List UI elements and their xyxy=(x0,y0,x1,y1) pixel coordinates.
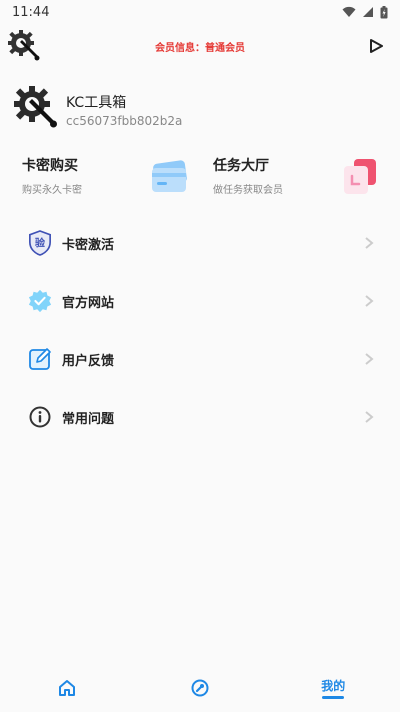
menu-label: 卡密激活 xyxy=(62,237,115,253)
play-icon[interactable] xyxy=(368,38,384,54)
bottom-nav: 我的 xyxy=(0,664,400,712)
signal-icon xyxy=(363,7,373,17)
nav-tools[interactable] xyxy=(160,668,240,708)
svg-text:验: 验 xyxy=(35,237,46,250)
status-time: 11:44 xyxy=(12,4,50,20)
menu-item-faq[interactable]: 常用问题 xyxy=(0,388,400,446)
nav-active-indicator xyxy=(322,696,345,699)
profile-name: KC工具箱 xyxy=(66,95,127,111)
tools-icon xyxy=(191,679,209,697)
menu-item-activate[interactable]: 验 卡密激活 xyxy=(0,214,400,272)
nav-mine[interactable]: 我的 xyxy=(293,668,373,708)
menu-item-website[interactable]: 官方网站 xyxy=(0,272,400,330)
menu-list: 验 卡密激活 官方网站 用户反馈 常用问题 xyxy=(0,214,400,446)
menu-label: 用户反馈 xyxy=(62,353,115,369)
menu-label: 常用问题 xyxy=(62,411,115,427)
battery-icon xyxy=(380,5,388,18)
chevron-right-icon xyxy=(365,411,374,423)
profile-id: cc56073fbb802b2a xyxy=(66,114,183,128)
chevron-right-icon xyxy=(365,237,374,249)
card-icon xyxy=(152,160,187,192)
task-icon xyxy=(344,159,376,194)
edit-icon xyxy=(28,347,52,371)
verify-shield-icon: 验 xyxy=(28,230,52,256)
top-bar: 会员信息：普通会员 xyxy=(0,28,400,64)
info-icon xyxy=(28,405,52,429)
wrench-gear-icon[interactable] xyxy=(8,30,40,62)
wifi-icon xyxy=(342,6,356,17)
chevron-right-icon xyxy=(365,353,374,365)
status-bar: 11:44 xyxy=(0,0,400,24)
status-icons xyxy=(342,5,388,19)
app-logo-icon xyxy=(14,86,57,128)
home-icon xyxy=(58,680,75,696)
verified-badge-icon xyxy=(28,289,52,313)
menu-item-feedback[interactable]: 用户反馈 xyxy=(0,330,400,388)
menu-label: 官方网站 xyxy=(62,295,115,311)
nav-label: 我的 xyxy=(321,679,346,693)
member-info: 会员信息：普通会员 xyxy=(155,42,245,54)
chevron-right-icon xyxy=(365,295,374,307)
nav-home[interactable] xyxy=(27,668,107,708)
profile-section: KC工具箱 cc56073fbb802b2a xyxy=(14,86,384,134)
